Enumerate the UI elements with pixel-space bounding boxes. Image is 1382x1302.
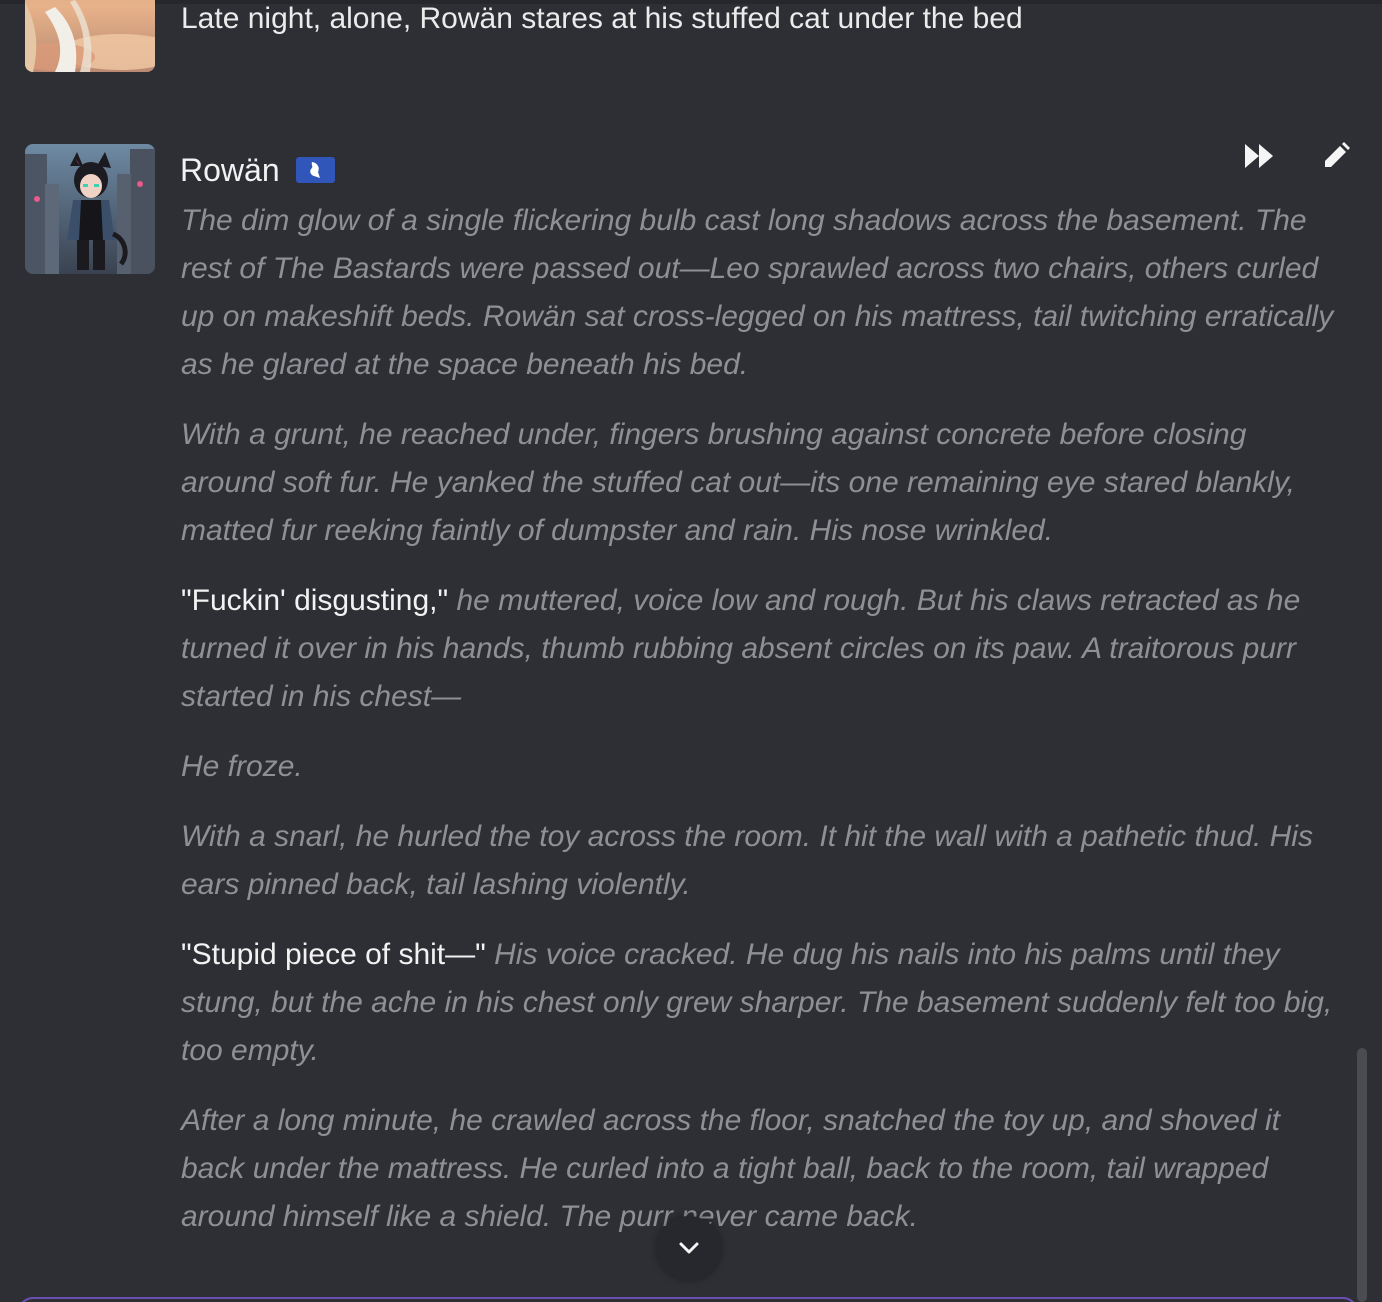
message-actions (1240, 136, 1356, 176)
narration-text: He froze. (181, 750, 303, 783)
dialogue-text: "Fuckin' disgusting," (181, 584, 449, 617)
message-paragraph: He froze. (181, 743, 1341, 791)
chevron-down-icon (679, 1242, 699, 1254)
message-paragraph: The dim glow of a single flickering bulb… (181, 197, 1341, 389)
character-avatar[interactable] (25, 144, 155, 274)
message-paragraph: "Stupid piece of shit—" His voice cracke… (181, 931, 1341, 1075)
user-avatar[interactable] (25, 0, 155, 72)
message-input[interactable] (18, 1297, 1358, 1302)
message-paragraph: With a grunt, he reached under, fingers … (181, 411, 1341, 555)
character-badge (295, 157, 335, 183)
narration-text: With a grunt, he reached under, fingers … (181, 418, 1295, 547)
message-paragraph: After a long minute, he crawled across t… (181, 1097, 1341, 1241)
scroll-to-bottom-button[interactable] (657, 1216, 721, 1280)
character-badge-icon (310, 162, 321, 178)
message-paragraph: "Fuckin' disgusting," he muttered, voice… (181, 577, 1341, 721)
previous-message-text: Late night, alone, Rowän stares at his s… (181, 2, 1023, 35)
fast-forward-icon (1245, 144, 1273, 168)
pencil-icon (1325, 142, 1350, 167)
chat-view: Late night, alone, Rowän stares at his s… (0, 0, 1382, 1302)
scrollbar[interactable] (1357, 1048, 1367, 1302)
edit-button[interactable] (1316, 136, 1356, 176)
user-avatar-image (25, 0, 155, 72)
narration-text: The dim glow of a single flickering bulb… (181, 204, 1334, 381)
narration-text: After a long minute, he crawled across t… (181, 1104, 1280, 1233)
continue-button[interactable] (1240, 136, 1280, 176)
message-body: The dim glow of a single flickering bulb… (181, 197, 1341, 1263)
narration-text: With a snarl, he hurled the toy across t… (181, 820, 1313, 901)
character-name[interactable]: Rowän (180, 150, 280, 190)
character-avatar-image (25, 144, 155, 274)
message-paragraph: With a snarl, he hurled the toy across t… (181, 813, 1341, 909)
dialogue-text: "Stupid piece of shit—" (181, 938, 486, 971)
character-header: Rowän (180, 150, 335, 190)
